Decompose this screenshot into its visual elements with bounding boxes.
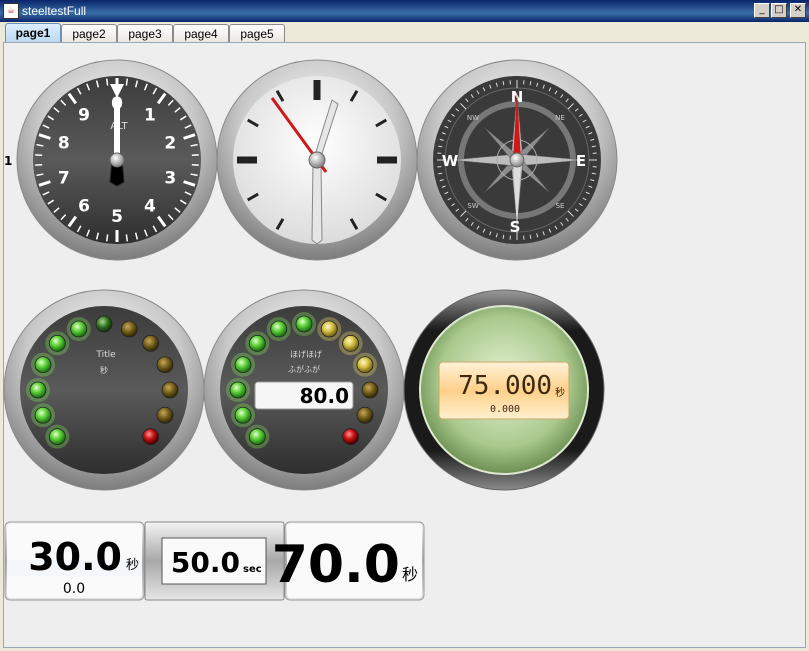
compass-tick <box>438 172 443 175</box>
display-3: 70.0 秒 <box>272 521 425 601</box>
led-indicator <box>234 356 252 374</box>
altimeter-number: 3 <box>164 168 176 188</box>
led-indicator <box>34 406 52 424</box>
altimeter-tick <box>105 78 109 86</box>
compass-sw: SW <box>467 202 478 210</box>
compass-e: E <box>576 152 586 170</box>
compass-tick <box>502 81 505 86</box>
display-2-value: 50.0 <box>171 546 240 579</box>
led-indicator <box>70 320 88 338</box>
altimeter-number: 4 <box>144 196 156 216</box>
led-indicator <box>320 320 338 338</box>
led-indicator <box>48 428 66 446</box>
led-indicator <box>248 428 266 446</box>
led-indicator <box>120 320 138 338</box>
led-gauge-2: ほげほげ ふがふが 80.0 <box>203 289 405 491</box>
led-indicator <box>248 334 266 352</box>
led-gauge-1-unit: 秒 <box>100 365 108 375</box>
led-indicator <box>356 356 374 374</box>
led-indicator <box>34 356 52 374</box>
altimeter-number: 9 <box>78 106 90 126</box>
led-indicator <box>234 406 252 424</box>
display-1-unit: 秒 <box>126 558 139 573</box>
clock-gauge <box>216 59 418 261</box>
led-gauge-1: Title 秒 <box>3 289 205 491</box>
altimeter-number: 6 <box>78 196 90 216</box>
lcd-gauge-unit: 秒 <box>555 386 565 399</box>
led-indicator <box>229 381 247 399</box>
display-2: 50.0 sec <box>144 521 285 601</box>
led-indicator <box>95 315 113 333</box>
led-indicator <box>342 334 360 352</box>
display-1-value: 30.0 <box>28 535 122 579</box>
led-indicator <box>48 334 66 352</box>
led-indicator <box>156 406 174 424</box>
led-indicator <box>156 356 174 374</box>
compass-s: S <box>510 218 521 236</box>
led-indicator <box>29 381 47 399</box>
led-indicator <box>361 381 379 399</box>
compass-tick <box>529 234 532 239</box>
led-indicator <box>295 315 313 333</box>
compass-ne: NE <box>555 114 565 122</box>
led-gauge-2-value: 80.0 <box>300 384 349 408</box>
altimeter-tick <box>105 234 109 242</box>
display-3-value: 70.0 <box>272 535 400 595</box>
altimeter-tick <box>125 78 129 86</box>
altimeter-number: 5 <box>111 207 123 227</box>
lcd-gauge: 75.000 秒 0.000 <box>403 289 605 491</box>
led-indicator <box>161 381 179 399</box>
led-indicator <box>356 406 374 424</box>
compass-tick <box>591 172 596 175</box>
led-gauge-2-title: ほげほげ <box>290 350 322 359</box>
display-2-unit: sec <box>243 564 262 575</box>
compass-se: SE <box>556 202 565 210</box>
lcd-gauge-sub: 0.000 <box>490 404 520 415</box>
compass-nw: NW <box>467 114 479 122</box>
clock-hour-hand <box>311 162 323 245</box>
altimeter-number: 2 <box>164 134 176 154</box>
altimeter-gauge: 1234567890 ALT <box>16 59 218 261</box>
led-gauge-1-title: Title <box>95 350 116 360</box>
display-1: 30.0 秒 0.0 <box>4 521 145 601</box>
compass-tick <box>438 145 443 148</box>
display-3-unit: 秒 <box>402 565 418 584</box>
gauges-canvas: 1234567890 ALT N E S W NE SE SW NW <box>3 59 618 601</box>
led-indicator <box>342 428 360 446</box>
compass-tick <box>502 234 505 239</box>
led-gauge-2-unit: ふがふが <box>288 364 320 374</box>
compass-gauge: N E S W NE SE SW NW <box>416 59 618 261</box>
compass-tick <box>529 81 532 86</box>
led-indicator <box>270 320 288 338</box>
lcd-gauge-value: 75.000 <box>458 371 552 401</box>
altimeter-number: 8 <box>58 134 70 154</box>
compass-w: W <box>442 152 459 170</box>
altimeter-tick <box>125 234 129 242</box>
altimeter-number: 1 <box>144 106 156 126</box>
compass-tick <box>591 145 596 148</box>
altimeter-number: 7 <box>58 168 70 188</box>
led-indicator <box>142 334 160 352</box>
led-indicator <box>142 428 160 446</box>
altimeter-long-needle <box>114 98 120 160</box>
display-1-sub: 0.0 <box>63 581 85 597</box>
